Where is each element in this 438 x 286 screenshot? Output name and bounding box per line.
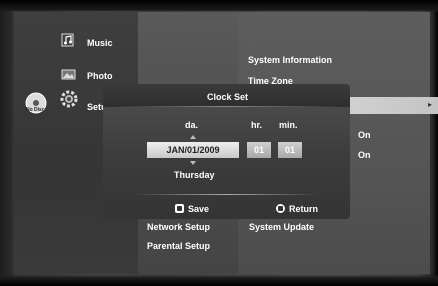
category-label-photo: Photo	[87, 71, 113, 81]
music-icon	[61, 33, 74, 47]
minute-column-label: min.	[279, 120, 298, 130]
option-system-information[interactable]: System Information	[248, 55, 332, 65]
hour-column-label: hr.	[251, 120, 263, 130]
photo-icon	[61, 69, 76, 80]
option-value-1: On	[358, 130, 371, 140]
date-down-arrow-icon[interactable]	[190, 161, 196, 165]
return-label: Return	[289, 204, 318, 214]
date-up-arrow-icon[interactable]	[190, 135, 196, 139]
clock-set-dialog: Clock Set da. hr. min. JAN/01/2009 01 01…	[103, 84, 350, 219]
hour-field[interactable]: 01	[247, 142, 271, 158]
option-value-2: On	[358, 150, 371, 160]
dialog-footer-divider	[133, 194, 320, 195]
dialog-title: Clock Set	[207, 92, 249, 102]
submenu-item-network-setup[interactable]: Network Setup	[147, 222, 210, 232]
option-system-update[interactable]: System Update	[249, 222, 314, 232]
weekday-label: Thursday	[174, 170, 215, 180]
screen: Music Photo No Disc Setup Network Setup …	[0, 0, 438, 286]
chevron-right-icon: ▸	[428, 100, 433, 109]
disc-status-label: No Disc	[26, 107, 45, 113]
top-edge	[0, 0, 438, 12]
date-column-label: da.	[185, 120, 199, 130]
save-key-icon	[175, 204, 184, 213]
submenu-item-parental-setup[interactable]: Parental Setup	[147, 241, 210, 251]
bottom-edge	[0, 274, 438, 286]
category-label-music: Music	[87, 38, 113, 48]
return-key-icon	[276, 204, 285, 213]
save-label: Save	[188, 204, 210, 214]
gear-icon	[60, 90, 78, 108]
dialog-header-divider	[111, 106, 342, 107]
date-field[interactable]: JAN/01/2009	[147, 142, 239, 158]
minute-field[interactable]: 01	[278, 142, 302, 158]
